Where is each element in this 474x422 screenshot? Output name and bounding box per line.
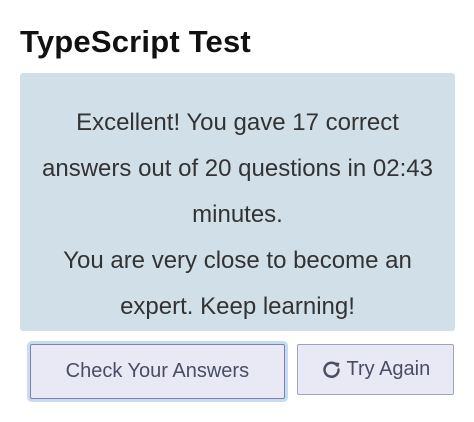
check-answers-label: Check Your Answers bbox=[65, 360, 250, 382]
page-title: TypeScript Test bbox=[20, 24, 251, 59]
result-score-text: Excellent! You gave 17 correct answers o… bbox=[42, 109, 433, 228]
quiz-result-page: TypeScript Test Excellent! You gave 17 c… bbox=[0, 0, 474, 422]
result-encouragement-text: You are very close to become an expert. … bbox=[63, 247, 412, 320]
result-summary-panel: Excellent! You gave 17 correct answers o… bbox=[20, 73, 455, 331]
redo-icon bbox=[321, 359, 343, 381]
check-answers-button[interactable]: Check Your Answers bbox=[30, 344, 285, 399]
try-again-button[interactable]: Try Again bbox=[296, 344, 454, 395]
result-actions: Check Your Answers Try Again bbox=[20, 344, 454, 399]
try-again-label: Try Again bbox=[346, 358, 431, 380]
